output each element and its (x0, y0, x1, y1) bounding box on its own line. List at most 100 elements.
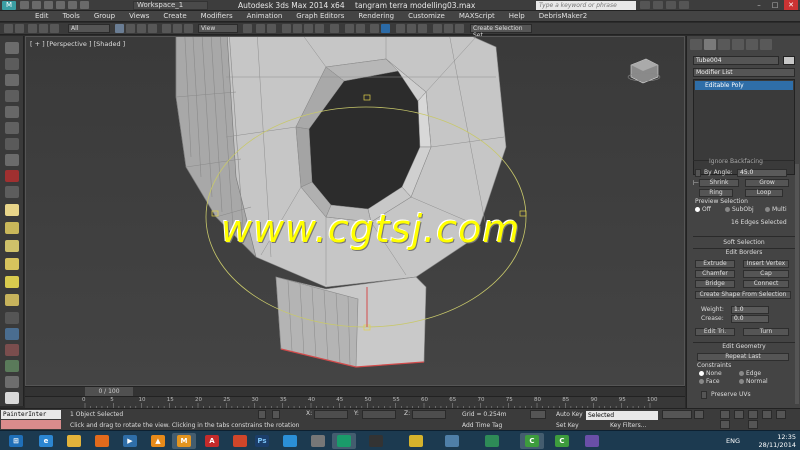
help-icon[interactable] (679, 1, 689, 9)
undo-icon[interactable] (4, 24, 13, 33)
menu-graph-editors[interactable]: Graph Editors (296, 11, 344, 21)
insert-vertex-button[interactable]: Insert Vertex (743, 260, 789, 268)
rectangular-selection-icon[interactable] (137, 24, 146, 33)
language-indicator[interactable]: ENG (726, 437, 740, 445)
system-clock[interactable]: 12:35 28/11/2014 (759, 433, 796, 449)
preserve-uvs-checkbox[interactable] (701, 391, 707, 399)
y-coordinate-input[interactable] (362, 410, 396, 419)
create-shape-button[interactable]: Create Shape From Selection (695, 291, 791, 299)
redo-icon[interactable] (68, 1, 77, 9)
weight-input[interactable]: 1.0 (731, 306, 769, 314)
rotate-icon[interactable] (173, 24, 182, 33)
create-tab-icon[interactable] (690, 39, 702, 50)
crease-input[interactable]: 0.0 (731, 315, 769, 323)
menu-views[interactable]: Views (129, 11, 149, 21)
taskbar-app-dark[interactable] (364, 433, 388, 449)
flag-icon[interactable] (5, 392, 19, 404)
shrink-button[interactable]: Shrink (699, 179, 739, 187)
cap-button[interactable]: Cap (743, 270, 789, 278)
menu-modifiers[interactable]: Modifiers (201, 11, 233, 21)
edit-borders-rollout[interactable]: Edit Borders (693, 249, 795, 257)
close-icon[interactable]: ✕ (784, 0, 798, 10)
menu-edit[interactable]: Edit (35, 11, 49, 21)
plane-icon[interactable] (5, 90, 19, 102)
new-file-icon[interactable] (20, 1, 29, 9)
taskbar-3dsmax[interactable]: M (172, 433, 196, 449)
constraint-edge-radio[interactable] (739, 371, 744, 376)
key-mode-icon[interactable] (530, 410, 546, 419)
window-crossing-icon[interactable] (148, 24, 157, 33)
rendered-frame-icon[interactable] (444, 24, 453, 33)
taskbar-app-yellow[interactable] (404, 433, 428, 449)
named-selection-set-dropdown[interactable]: Create Selection Set (470, 24, 532, 39)
capsule-icon[interactable] (5, 204, 19, 216)
taskbar-explorer[interactable] (62, 433, 86, 449)
mirror-icon[interactable] (345, 24, 354, 33)
by-angle-checkbox[interactable] (695, 169, 701, 177)
taskbar-app-blue[interactable] (278, 433, 302, 449)
auto-key-button[interactable]: Auto Key (556, 411, 583, 418)
maxscript-listener[interactable]: PainterInter (1, 410, 61, 419)
reference-coordinate-dropdown[interactable]: View (198, 24, 238, 33)
command-panel-scrollbar[interactable] (795, 164, 799, 404)
maximize-icon[interactable]: □ (768, 0, 782, 10)
taskbar-vlc[interactable]: ▲ (146, 433, 170, 449)
lock-selection-icon[interactable] (258, 410, 266, 419)
box-icon[interactable] (5, 58, 19, 70)
snaps-toggle-icon[interactable] (282, 24, 291, 33)
menu-group[interactable]: Group (94, 11, 115, 21)
soft-selection-rollout[interactable]: Soft Selection (693, 239, 795, 247)
bend-icon[interactable] (5, 258, 19, 270)
extrude-button[interactable]: Extrude (695, 260, 735, 268)
constraint-face-radio[interactable] (699, 379, 704, 384)
select-object-icon[interactable] (115, 24, 124, 33)
selection-filter-dropdown[interactable]: All (68, 24, 110, 33)
taskbar-app-green[interactable] (480, 433, 504, 449)
taskbar-app-3d[interactable] (440, 433, 464, 449)
constraint-none-radio[interactable] (699, 371, 704, 376)
torus-icon[interactable] (5, 138, 19, 150)
cone-icon[interactable] (5, 186, 19, 198)
zoom-extents-icon[interactable] (748, 410, 758, 419)
stack-item-editable-poly[interactable]: Editable Poly (695, 81, 793, 90)
light-icon[interactable] (5, 276, 19, 288)
menu-animation[interactable]: Animation (247, 11, 283, 21)
tube-icon[interactable] (5, 154, 19, 166)
angle-snap-icon[interactable] (293, 24, 302, 33)
add-time-tag[interactable]: Add Time Tag (462, 422, 502, 429)
edit-named-selection-icon[interactable] (330, 24, 339, 33)
pan-icon[interactable] (776, 410, 786, 419)
x-coordinate-input[interactable] (314, 410, 348, 419)
particle-icon[interactable] (5, 344, 19, 356)
open-file-icon[interactable] (32, 1, 41, 9)
loop-button[interactable]: Loop (745, 189, 783, 197)
track-bar[interactable]: 0 5 10 15 20 25 30 35 40 45 50 55 60 65 70 75 80 85 90 95 10… (25, 396, 685, 409)
perspective-viewport[interactable]: [ + ] [Perspective ] [Shaded ] www.cgtsj… (25, 36, 685, 386)
material-editor-icon[interactable] (418, 24, 427, 33)
preview-off-radio[interactable] (695, 207, 700, 212)
key-filters-button[interactable]: Key Filters... (610, 422, 647, 429)
maximize-viewport-icon[interactable] (748, 420, 758, 429)
chamfer-button[interactable]: Chamfer (695, 270, 735, 278)
cylinder-icon[interactable] (5, 74, 19, 86)
playback-controls[interactable] (662, 410, 692, 419)
percent-snap-icon[interactable] (304, 24, 313, 33)
taskbar-media-player[interactable]: ▶ (118, 433, 142, 449)
taskbar-office[interactable] (228, 433, 252, 449)
select-manipulate-icon[interactable] (256, 24, 265, 33)
by-angle-input[interactable]: 45.0 (737, 169, 787, 177)
favorites-icon[interactable] (666, 1, 676, 9)
layer-manager-icon[interactable] (370, 24, 379, 33)
unlink-icon[interactable] (39, 24, 48, 33)
taskbar-camtasia-studio[interactable]: C (550, 433, 574, 449)
time-slider-frame[interactable]: 0 / 100 (85, 387, 133, 396)
keyboard-shortcut-icon[interactable] (267, 24, 276, 33)
schematic-view-icon[interactable] (407, 24, 416, 33)
modify-tab-icon[interactable] (704, 39, 716, 50)
teapot-icon[interactable] (5, 122, 19, 134)
turn-button[interactable]: Turn (743, 328, 789, 336)
lathe-icon[interactable] (5, 222, 19, 234)
utilities-tab-icon[interactable] (760, 39, 772, 50)
absolute-mode-icon[interactable] (272, 410, 280, 419)
spinner-snap-icon[interactable] (315, 24, 324, 33)
